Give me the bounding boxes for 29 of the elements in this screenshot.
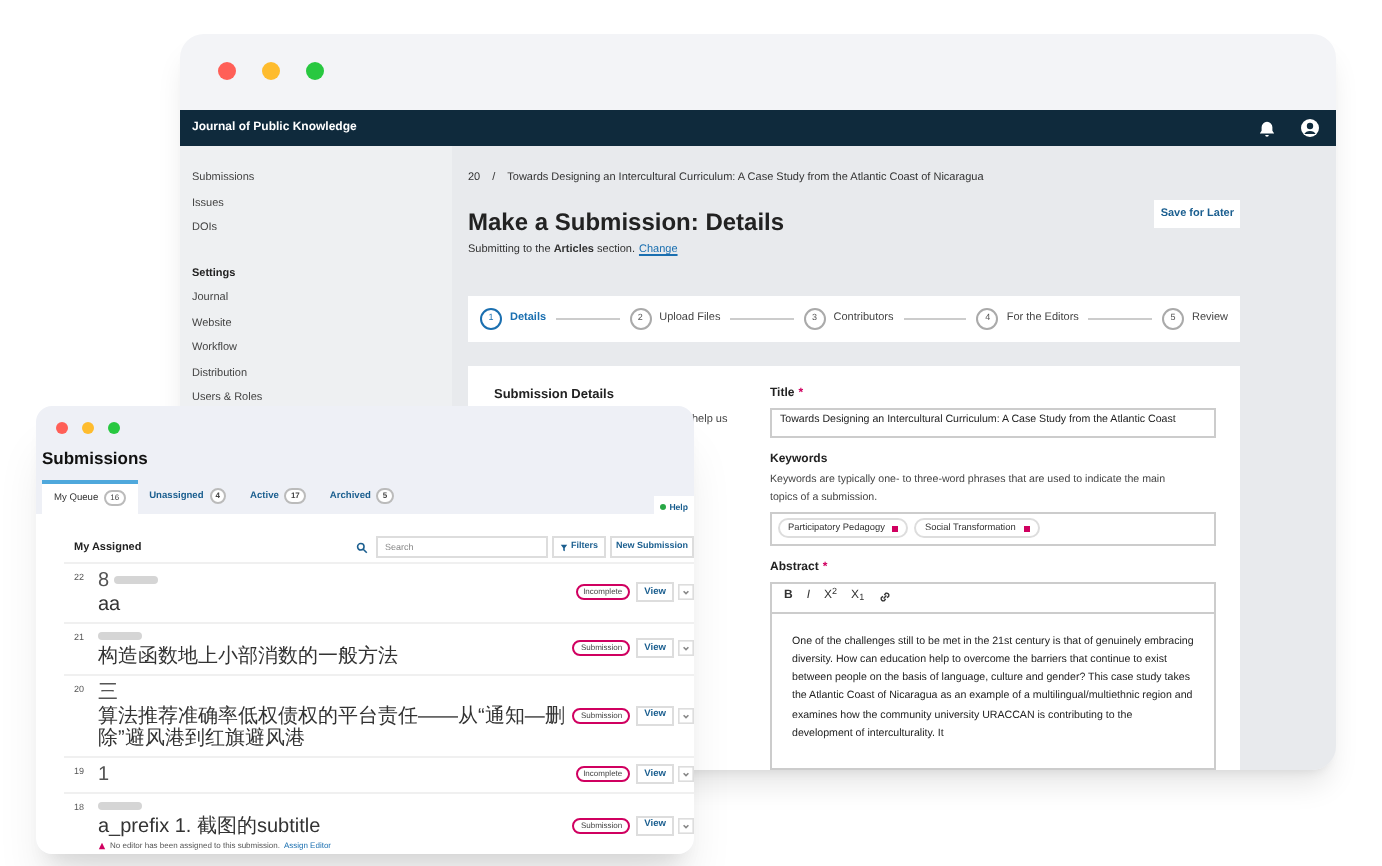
- author-name: 1: [98, 763, 110, 786]
- remove-icon[interactable]: [1023, 525, 1030, 531]
- page-title: Make a Submission: Details: [468, 210, 787, 235]
- caret-icon[interactable]: [678, 815, 694, 836]
- window-control[interactable]: [306, 62, 324, 80]
- bell-icon[interactable]: [1258, 119, 1276, 137]
- submission-title: a_prefix 1. 截图的subtitle: [98, 815, 323, 838]
- author-name: 8: [98, 569, 110, 592]
- caret-icon[interactable]: [678, 638, 694, 659]
- filter-icon: [560, 543, 569, 552]
- link-icon[interactable]: [878, 590, 893, 604]
- caret-icon[interactable]: [678, 705, 694, 726]
- window-control[interactable]: [82, 422, 94, 434]
- author-name: 三: [98, 681, 118, 704]
- window-title: Submissions: [40, 446, 150, 472]
- window-control[interactable]: [56, 422, 68, 434]
- window-control[interactable]: [218, 62, 236, 80]
- remove-icon[interactable]: [892, 525, 899, 531]
- submission-title: 构造函数地上小部消数的一般方法: [98, 645, 400, 668]
- user-icon[interactable]: [1300, 118, 1320, 138]
- caret-icon[interactable]: [678, 764, 694, 785]
- window-control[interactable]: [108, 422, 120, 434]
- submission-title: 算法推荐准确率低权债权的平台责任——从“通知—删除”避风港到红旗避风港: [98, 705, 565, 750]
- caret-icon[interactable]: [678, 582, 694, 603]
- search-icon[interactable]: [356, 541, 369, 554]
- window-control[interactable]: [262, 62, 280, 80]
- abstract-editor[interactable]: [770, 581, 1216, 770]
- warning-icon: [98, 841, 106, 850]
- submission-title: aa: [98, 593, 123, 616]
